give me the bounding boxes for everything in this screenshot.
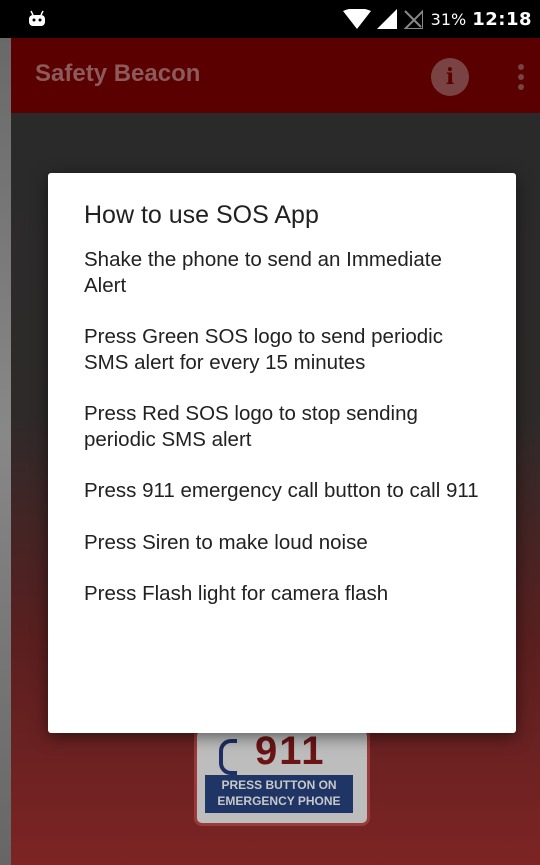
android-icon bbox=[29, 10, 45, 26]
battery-percent: 31% bbox=[430, 9, 467, 29]
emergency-card-label: PRESS BUTTON ON EMERGENCY PHONE bbox=[205, 775, 353, 813]
instruction-line: Press 911 emergency call button to call … bbox=[84, 479, 479, 502]
instruction-line: Press Green SOS logo to send periodic SM… bbox=[84, 325, 443, 374]
card-911-header: 911 bbox=[207, 729, 355, 775]
clock: 12:18 bbox=[472, 8, 532, 30]
status-bar: 31% 12:18 bbox=[0, 0, 540, 38]
emergency-label-line-2: EMERGENCY PHONE bbox=[217, 794, 341, 808]
more-vert-icon[interactable] bbox=[516, 62, 526, 92]
phone-icon bbox=[219, 739, 237, 775]
instruction-line: Press Flash light for camera flash bbox=[84, 582, 389, 605]
screen-edge bbox=[0, 0, 11, 865]
instruction-line: Press Red SOS logo to stop sending perio… bbox=[84, 402, 418, 451]
signal-icon bbox=[376, 9, 397, 29]
app-bar: Safety Beacon i bbox=[11, 38, 540, 113]
app-title: Safety Beacon bbox=[35, 60, 201, 87]
emergency-number: 911 bbox=[255, 729, 326, 773]
instruction-line: Shake the phone to send an Immediate Ale… bbox=[84, 248, 442, 297]
help-dialog: How to use SOS App Shake the phone to se… bbox=[48, 173, 516, 733]
emergency-call-button[interactable]: 911 PRESS BUTTON ON EMERGENCY PHONE bbox=[194, 728, 370, 826]
wifi-icon bbox=[342, 9, 371, 29]
dialog-title: How to use SOS App bbox=[84, 201, 319, 229]
emergency-label-line-1: PRESS BUTTON ON bbox=[221, 778, 337, 792]
dialog-body: Shake the phone to send an Immediate Ale… bbox=[84, 247, 484, 633]
info-icon[interactable]: i bbox=[431, 58, 469, 96]
no-sim-icon bbox=[403, 9, 423, 29]
instruction-line: Press Siren to make loud noise bbox=[84, 530, 368, 554]
